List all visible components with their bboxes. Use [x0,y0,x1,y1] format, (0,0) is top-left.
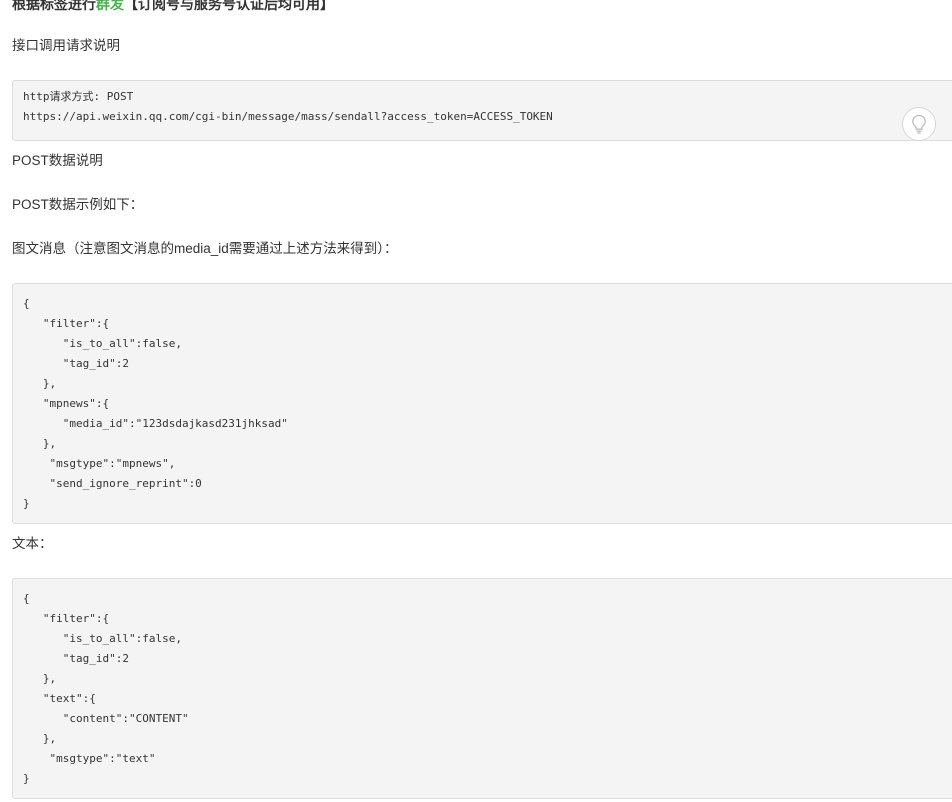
code-line: "text":{ [23,692,96,705]
code-line: }, [23,377,57,390]
lightbulb-icon[interactable] [902,107,936,141]
code-line: "tag_id":2 [23,652,129,665]
section-heading: 根据标签进行群发【订阅号与服务号认证后均可用】 [12,0,334,14]
code-line: "msgtype":"text" [23,752,156,765]
code-line: "send_ignore_reprint":0 [23,477,202,490]
post-example-label: POST数据示例如下： [12,197,144,212]
code-line: "filter":{ [23,317,110,330]
text-code-block: { "filter":{ "is_to_all":false, "tag_id"… [12,578,952,799]
http-code: http请求方式: POST https://api.weixin.qq.com/… [23,87,951,127]
code-line: "filter":{ [23,612,110,625]
code-line: "tag_id":2 [23,357,129,370]
code-line: "mpnews":{ [23,397,110,410]
code-line: }, [23,672,57,685]
text-code: { "filter":{ "is_to_all":false, "tag_id"… [23,589,951,789]
mpnews-code: { "filter":{ "is_to_all":false, "tag_id"… [23,294,951,514]
code-line: https://api.weixin.qq.com/cgi-bin/messag… [23,110,553,123]
post-desc: POST数据说明 [12,153,103,168]
code-line: }, [23,437,57,450]
http-code-block: http请求方式: POST https://api.weixin.qq.com/… [12,80,952,141]
heading-accent: 群发 [96,0,124,12]
code-line: } [23,497,30,510]
code-line: "media_id":"123dsdajkasd231jhksad" [23,417,288,430]
code-line: "msgtype":"mpnews", [23,457,176,470]
code-line: { [23,592,30,605]
heading-prefix: 根据标签进行 [12,0,96,12]
heading-suffix: 【订阅号与服务号认证后均可用】 [124,0,334,12]
mpnews-label: 图文消息（注意图文消息的media_id需要通过上述方法来得到）： [12,241,398,256]
code-line: }, [23,732,57,745]
mpnews-code-block: { "filter":{ "is_to_all":false, "tag_id"… [12,283,952,524]
code-line: { [23,297,30,310]
code-line: "content":"CONTENT" [23,712,189,725]
request-desc: 接口调用请求说明 [12,38,120,53]
code-line: } [23,772,30,785]
code-line: http请求方式: POST [23,90,134,103]
code-line: "is_to_all":false, [23,632,182,645]
text-label: 文本： [12,536,53,551]
code-line: "is_to_all":false, [23,337,182,350]
